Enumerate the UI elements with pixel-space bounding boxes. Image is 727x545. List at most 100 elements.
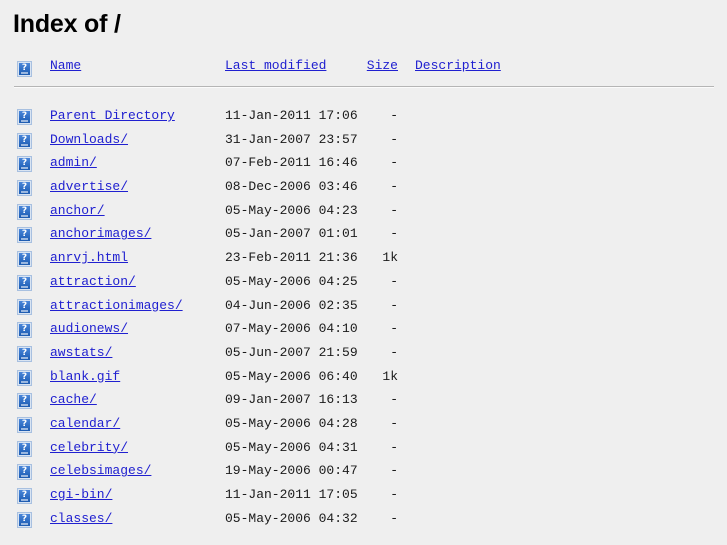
column-header-last-modified-cell: Last modified bbox=[225, 58, 326, 73]
column-header-name[interactable]: Name bbox=[50, 58, 81, 73]
broken-image-icon bbox=[17, 393, 32, 410]
broken-image-icon bbox=[17, 369, 32, 386]
broken-image-icon bbox=[17, 298, 32, 315]
entry-name-cell: Parent Directory bbox=[50, 108, 175, 123]
entry-name-cell: cache/ bbox=[50, 392, 97, 407]
entry-last-modified: 09-Jan-2007 16:13 bbox=[225, 392, 358, 408]
entry-last-modified: 05-Jun-2007 21:59 bbox=[225, 344, 358, 360]
entry-size: 1k bbox=[382, 250, 398, 266]
listing-row: Parent Directory 11-Jan-2011 17:06 - bbox=[0, 106, 727, 130]
entry-name-link[interactable]: anchor/ bbox=[50, 203, 105, 218]
entry-name-link[interactable]: awstats/ bbox=[50, 345, 112, 360]
entry-size: 1k bbox=[382, 368, 398, 384]
entry-name-link[interactable]: attraction/ bbox=[50, 274, 136, 289]
entry-name-link[interactable]: advertise/ bbox=[50, 179, 128, 194]
entry-name-cell: celebsimages/ bbox=[50, 463, 151, 478]
entry-size: - bbox=[390, 155, 398, 171]
entry-size: - bbox=[390, 439, 398, 455]
entry-last-modified: 05-May-2006 04:23 bbox=[225, 202, 358, 218]
entry-size: - bbox=[390, 321, 398, 337]
listing-row: attractionimages/04-Jun-2006 02:35 - bbox=[0, 296, 727, 320]
entry-name-cell: anchorimages/ bbox=[50, 226, 151, 241]
listing-spacer bbox=[0, 88, 727, 106]
entry-size: - bbox=[390, 463, 398, 479]
listing-row: classes/05-May-2006 04:32 - bbox=[0, 509, 727, 533]
entry-size: - bbox=[390, 131, 398, 147]
broken-image-icon bbox=[17, 416, 32, 433]
entry-name-link[interactable]: admin/ bbox=[50, 155, 97, 170]
column-header-size[interactable]: Size bbox=[367, 58, 398, 73]
entry-name-link[interactable]: audionews/ bbox=[50, 321, 128, 336]
entry-last-modified: 05-May-2006 04:32 bbox=[225, 510, 358, 526]
entry-size: - bbox=[390, 297, 398, 313]
entry-last-modified: 11-Jan-2011 17:06 bbox=[225, 108, 358, 123]
entry-name-link[interactable]: anchorimages/ bbox=[50, 226, 151, 241]
listing-row: anchor/05-May-2006 04:23 - bbox=[0, 201, 727, 225]
broken-image-icon bbox=[17, 464, 32, 481]
entry-size: - bbox=[390, 179, 398, 195]
column-header-last-modified[interactable]: Last modified bbox=[225, 58, 326, 73]
entry-name-link[interactable]: classes/ bbox=[50, 511, 112, 526]
entry-name-link[interactable]: Downloads/ bbox=[50, 132, 128, 147]
listing-row: admin/07-Feb-2011 16:46 - bbox=[0, 153, 727, 177]
entry-name-link[interactable]: celebrity/ bbox=[50, 440, 128, 455]
broken-image-icon bbox=[17, 322, 32, 339]
entry-name-cell: calendar/ bbox=[50, 416, 120, 431]
entry-name-link[interactable]: cache/ bbox=[50, 392, 97, 407]
listing-row: celebsimages/19-May-2006 00:47 - bbox=[0, 461, 727, 485]
broken-image-icon bbox=[17, 345, 32, 362]
entry-size: - bbox=[390, 108, 398, 123]
entry-last-modified: 07-May-2006 04:10 bbox=[225, 321, 358, 337]
entry-name-link[interactable]: attractionimages/ bbox=[50, 298, 183, 313]
broken-image-icon bbox=[17, 440, 32, 457]
entry-last-modified: 05-Jan-2007 01:01 bbox=[225, 226, 358, 242]
entry-name-link[interactable]: blank.gif bbox=[50, 369, 120, 384]
entry-last-modified: 05-May-2006 04:25 bbox=[225, 273, 358, 289]
listing-row: celebrity/05-May-2006 04:31 - bbox=[0, 438, 727, 462]
entry-name-link[interactable]: Parent Directory bbox=[50, 108, 175, 123]
entry-last-modified: 11-Jan-2011 17:05 bbox=[225, 487, 358, 502]
column-header-name-cell: Name bbox=[50, 58, 81, 73]
page-title: Index of / bbox=[13, 10, 121, 38]
entry-size: - bbox=[390, 226, 398, 242]
entry-name-cell: celebrity/ bbox=[50, 440, 128, 455]
entry-name-cell: Downloads/ bbox=[50, 132, 128, 147]
entry-name-cell: anrvj.html bbox=[50, 250, 128, 265]
entry-last-modified: 07-Feb-2011 16:46 bbox=[225, 155, 358, 171]
broken-image-icon bbox=[17, 109, 32, 125]
entry-size: - bbox=[390, 344, 398, 360]
directory-listing: Name Last modified Size Description Pare… bbox=[0, 58, 727, 532]
broken-image-icon bbox=[17, 274, 32, 291]
entry-last-modified: 31-Jan-2007 23:57 bbox=[225, 131, 358, 147]
column-header-size-cell: Size bbox=[340, 58, 398, 73]
broken-image-icon bbox=[17, 132, 32, 149]
broken-image-icon bbox=[17, 180, 32, 197]
listing-row: Downloads/31-Jan-2007 23:57 - bbox=[0, 130, 727, 154]
entry-size: - bbox=[390, 392, 398, 408]
entry-name-cell: cgi-bin/ bbox=[50, 487, 112, 502]
broken-image-icon bbox=[17, 203, 32, 220]
entry-name-link[interactable]: calendar/ bbox=[50, 416, 120, 431]
broken-image-icon bbox=[17, 511, 32, 528]
entry-last-modified: 05-May-2006 04:31 bbox=[225, 439, 358, 455]
entry-size: - bbox=[390, 487, 398, 502]
entry-last-modified: 05-May-2006 04:28 bbox=[225, 415, 358, 431]
entry-name-link[interactable]: celebsimages/ bbox=[50, 463, 151, 478]
entry-name-cell: classes/ bbox=[50, 511, 112, 526]
broken-image-icon bbox=[17, 488, 32, 504]
entry-size: - bbox=[390, 273, 398, 289]
listing-header-row: Name Last modified Size Description bbox=[0, 58, 727, 78]
entry-name-link[interactable]: cgi-bin/ bbox=[50, 487, 112, 502]
listing-row: awstats/05-Jun-2007 21:59 - bbox=[0, 343, 727, 367]
column-header-description[interactable]: Description bbox=[415, 58, 501, 73]
entry-name-cell: anchor/ bbox=[50, 203, 105, 218]
listing-row: attraction/05-May-2006 04:25 - bbox=[0, 272, 727, 296]
entry-name-link[interactable]: anrvj.html bbox=[50, 250, 128, 265]
entry-size: - bbox=[390, 510, 398, 526]
entry-name-cell: audionews/ bbox=[50, 321, 128, 336]
entry-name-cell: awstats/ bbox=[50, 345, 112, 360]
broken-image-icon bbox=[17, 251, 32, 268]
entry-name-cell: advertise/ bbox=[50, 179, 128, 194]
entry-last-modified: 19-May-2006 00:47 bbox=[225, 463, 358, 479]
listing-row: blank.gif 05-May-2006 06:40 1k bbox=[0, 367, 727, 391]
